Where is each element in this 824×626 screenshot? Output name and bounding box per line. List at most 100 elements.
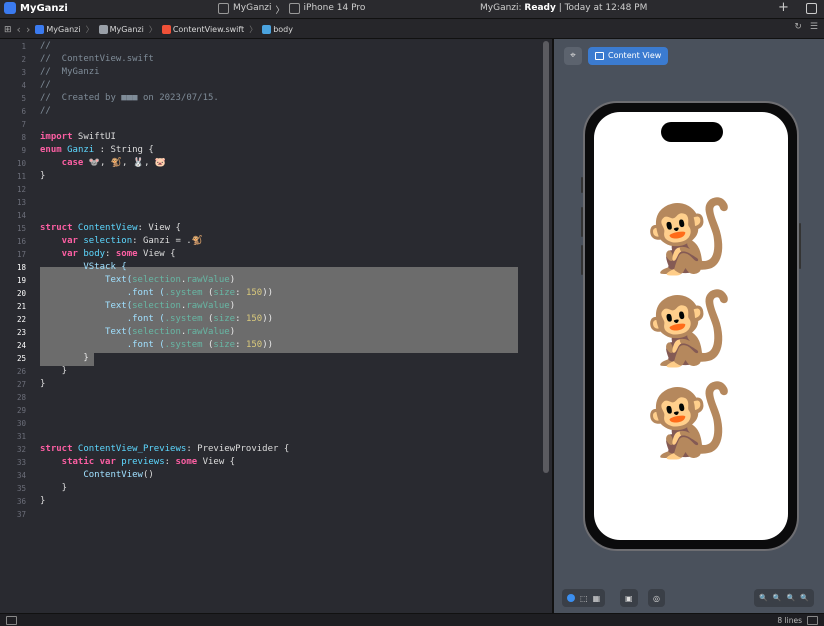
code-line-16: var selection: Ganzi = .🐒: [40, 236, 203, 246]
editor-scrollbar[interactable]: [543, 41, 549, 473]
device-screen[interactable]: 🐒 🐒 🐒: [594, 112, 788, 540]
redacted-name: ■■■: [121, 93, 138, 103]
refresh-icon[interactable]: ↻: [794, 22, 802, 32]
breadcrumb-file[interactable]: ContentView.swift: [161, 25, 244, 34]
line-number: 9: [21, 146, 26, 155]
line-number: 21: [16, 302, 26, 311]
line-number: 2: [21, 55, 26, 64]
breadcrumb-symbol[interactable]: body: [262, 25, 293, 34]
line-number: 26: [16, 367, 26, 376]
code-line-35: }: [40, 483, 68, 493]
zoom-out-icon[interactable]: 🔍: [759, 594, 768, 602]
line-number: 35: [16, 484, 26, 493]
side-button: [581, 177, 583, 193]
line-number: 12: [16, 185, 26, 194]
chevron-right-icon: 〉: [148, 25, 157, 34]
line-number: 10: [16, 159, 26, 168]
line-number: 8: [21, 133, 26, 142]
code-line-10: case 🐭, 🐒, 🐰, 🐷: [40, 158, 167, 168]
folder-icon: [98, 25, 108, 34]
activity-status: MyGanzi: Ready | Today at 12:48 PM: [480, 3, 648, 13]
preview-canvas: ⌖ Content View 🐒 🐒 🐒 ⬚ ▦ ▣ ◎ 🔍 🔍 🔍 🔍: [554, 39, 824, 613]
toggle-inspector-icon[interactable]: [806, 3, 817, 14]
code-line-15: struct ContentView: View {: [40, 223, 181, 233]
code-line-1: //: [40, 41, 51, 51]
swift-file-icon: [161, 25, 171, 34]
volume-down-button: [581, 245, 583, 275]
line-number: 13: [16, 198, 26, 207]
code-line-24: .font (.system (size: 150)): [40, 340, 274, 350]
line-number: 1: [21, 42, 26, 51]
back-button[interactable]: ‹: [17, 23, 21, 36]
device-settings-group: ▣: [620, 589, 638, 607]
add-icon[interactable]: +: [778, 0, 789, 15]
line-number: 4: [21, 81, 26, 90]
app-title: MyGanzi: [4, 2, 68, 14]
variants-icon[interactable]: ▦: [593, 594, 601, 603]
preview-mode-group: ⬚ ▦: [562, 589, 606, 607]
line-number: 23: [16, 328, 26, 337]
navigator-toggle-icon[interactable]: [6, 616, 17, 625]
content-view-button[interactable]: Content View: [588, 47, 669, 65]
device-icon: [288, 3, 300, 14]
orientation-group: ◎: [648, 589, 665, 607]
chevron-right-icon: 〉: [249, 25, 258, 34]
pin-icon[interactable]: ⌖: [564, 47, 582, 65]
code-editor[interactable]: 1 2 3 4 5 6 7 8 9 10 11 12 13 14 15 16 17 18 19 20 21 22 23 24 2…: [0, 39, 552, 613]
line-number-gutter: 1 2 3 4 5 6 7 8 9 10 11 12 13 14 15 16 17 18 19 20 21 22 23 24 2…: [0, 39, 30, 613]
code-line-4: //: [40, 80, 51, 90]
line-number: 36: [16, 497, 26, 506]
zoom-group: 🔍 🔍 🔍 🔍: [754, 589, 814, 607]
status-bar: 8 lines: [0, 613, 824, 626]
line-number: 14: [16, 211, 26, 220]
device-settings-icon[interactable]: ▣: [625, 594, 633, 603]
line-number: 34: [16, 471, 26, 480]
code-line-32: struct ContentView_Previews: PreviewProv…: [40, 444, 290, 454]
scheme-selector[interactable]: MyGanzi 〉 iPhone 14 Pro: [218, 3, 365, 16]
line-number: 22: [16, 315, 26, 324]
line-number: 3: [21, 68, 26, 77]
xcode-project-icon: [4, 2, 16, 14]
line-number: 30: [16, 419, 26, 428]
line-number: 33: [16, 458, 26, 467]
code-line-22: .font (.system (size: 150)): [40, 314, 274, 324]
device-name[interactable]: iPhone 14 Pro: [304, 3, 366, 16]
code-line-8: import SwiftUI: [40, 132, 116, 142]
line-number: 29: [16, 406, 26, 415]
zoom-fit-icon[interactable]: 🔍: [786, 594, 795, 602]
line-number: 27: [16, 380, 26, 389]
breadcrumb-project[interactable]: MyGanzi: [35, 25, 81, 34]
code-line-26: }: [40, 366, 68, 376]
line-number: 32: [16, 445, 26, 454]
code-line-2: // ContentView.swift: [40, 54, 154, 64]
forward-button[interactable]: ›: [26, 23, 30, 36]
line-number: 20: [16, 289, 26, 298]
code-line-36: }: [40, 496, 46, 506]
zoom-in-icon[interactable]: 🔍: [800, 594, 809, 602]
orientation-icon[interactable]: ◎: [653, 594, 660, 603]
chevron-right-icon: 〉: [275, 6, 285, 16]
editor-options-icon[interactable]: ☰: [810, 22, 818, 32]
preview-icon: [595, 52, 604, 60]
selectable-mode-icon[interactable]: ⬚: [580, 594, 588, 603]
line-number: 24: [16, 341, 26, 350]
line-number: 18: [16, 263, 26, 272]
line-number: 7: [21, 120, 26, 129]
scheme-name[interactable]: MyGanzi: [233, 3, 272, 16]
breadcrumb-folder[interactable]: MyGanzi: [98, 25, 144, 34]
live-preview-icon[interactable]: [567, 594, 575, 602]
zoom-100-icon[interactable]: 🔍: [773, 594, 782, 602]
line-number: 11: [16, 172, 26, 181]
app-name: MyGanzi: [20, 2, 68, 14]
code-line-21: Text(selection.rawValue): [40, 301, 236, 311]
status-state: Ready: [524, 3, 556, 13]
property-icon: [262, 25, 272, 34]
power-button: [799, 223, 801, 269]
code-line-9: enum Ganzi : String {: [40, 145, 154, 155]
grid-icon[interactable]: ⊞: [4, 25, 12, 35]
inspector-toggle-icon[interactable]: [807, 616, 818, 625]
code-line-27: }: [40, 379, 46, 389]
line-number: 25: [16, 354, 26, 363]
project-icon: [35, 25, 45, 34]
iphone-frame: 🐒 🐒 🐒: [581, 101, 801, 551]
